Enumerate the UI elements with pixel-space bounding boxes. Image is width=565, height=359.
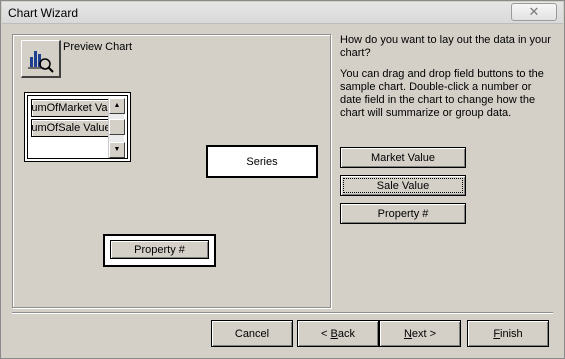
fields-listbox[interactable]: SumOfMarket Value SumOfSale Value ▲ ▼ [24,92,131,162]
scroll-thumb[interactable] [109,119,125,135]
close-button[interactable]: ✕ [511,3,557,21]
field-button-sale-value[interactable]: Sale Value [340,175,466,196]
instruction-question: How do you want to lay out the data in y… [340,34,551,59]
preview-chart-label: Preview Chart [63,41,133,53]
listbox-scrollbar[interactable]: ▲ ▼ [108,98,125,158]
chart-wizard-dialog: Chart Wizard ✕ Preview Chart SumOfMarket… [0,0,565,359]
finish-button[interactable]: Finish [467,320,549,347]
arrow-down-icon: ▼ [113,146,121,153]
next-button[interactable]: Next > [379,320,461,347]
finish-label: Finish [493,327,523,340]
cancel-label: Cancel [234,327,270,340]
field-button-property[interactable]: Property # [340,203,466,224]
arrow-up-icon: ▲ [113,102,121,109]
series-label: Series [246,155,278,168]
list-item[interactable]: SumOfMarket Value [31,99,109,117]
instructions: How do you want to lay out the data in y… [340,34,552,128]
chart-preview-icon [28,51,54,73]
preview-chart-button[interactable] [21,40,61,78]
cancel-button[interactable]: Cancel [211,320,293,347]
scroll-up-button[interactable]: ▲ [109,98,125,114]
command-separator [12,312,553,314]
close-icon: ✕ [528,4,540,19]
back-label: < Back [321,327,355,340]
title-bar: Chart Wizard ✕ [2,2,563,24]
back-button[interactable]: < Back [297,320,379,347]
axis-drop-zone[interactable]: Property # [103,234,216,267]
instruction-help: You can drag and drop field buttons to t… [340,68,544,119]
list-item[interactable]: SumOfSale Value [31,119,109,137]
axis-field-button[interactable]: Property # [110,240,209,259]
preview-chart-area: Preview Chart SumOfMarket Value SumOfSal… [12,34,331,308]
series-drop-zone[interactable]: Series [206,145,318,178]
scroll-down-button[interactable]: ▼ [109,142,125,158]
window-title: Chart Wizard [8,6,79,20]
field-button-market-value[interactable]: Market Value [340,147,466,168]
next-label: Next > [403,327,437,340]
